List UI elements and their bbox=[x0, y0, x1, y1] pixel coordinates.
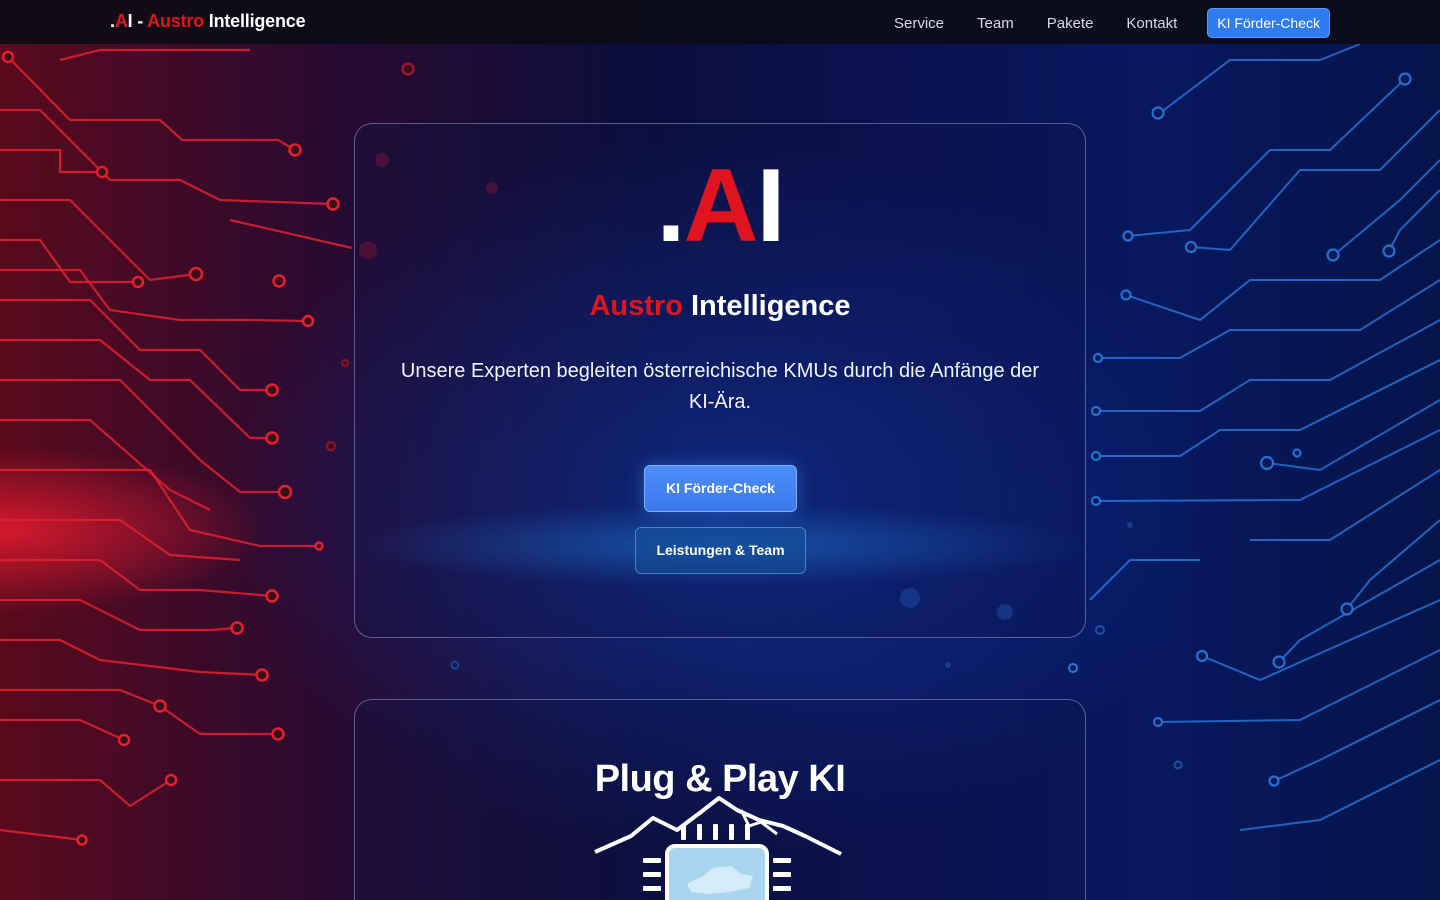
plug-play-card: Plug & Play KI bbox=[354, 699, 1086, 900]
nav-link-kontakt[interactable]: Kontakt bbox=[1126, 15, 1177, 32]
hero-logo: .AI bbox=[355, 154, 1085, 258]
brand-i: I - bbox=[127, 11, 148, 31]
nav-foerder-check-button[interactable]: KI Förder-Check bbox=[1207, 8, 1330, 38]
leistungen-team-button[interactable]: Leistungen & Team bbox=[635, 527, 806, 574]
hero-description: Unsere Experten begleiten österreichisch… bbox=[400, 360, 1040, 413]
hero-title: Austro Intelligence bbox=[355, 290, 1085, 323]
brand-a: A bbox=[114, 11, 128, 31]
top-navbar: .AI - Austro Intelligence Service Team P… bbox=[0, 0, 1440, 44]
plug-play-title: Plug & Play KI bbox=[594, 758, 846, 800]
nav-links: Service Team Pakete Kontakt KI Förder-Ch… bbox=[861, 8, 1330, 38]
hero-title-intelligence: Intelligence bbox=[682, 290, 851, 322]
nav-link-service[interactable]: Service bbox=[894, 15, 944, 32]
mountain-chip-icon bbox=[594, 796, 842, 900]
hero-logo-dot: . bbox=[656, 148, 686, 264]
brand-intelligence: Intelligence bbox=[203, 11, 306, 31]
hero-logo-a: A bbox=[683, 148, 758, 264]
hero-card: .AI Austro Intelligence Unsere Experten … bbox=[354, 123, 1086, 638]
foerder-check-button[interactable]: KI Förder-Check bbox=[644, 465, 797, 512]
brand-austro: Austro bbox=[147, 11, 204, 31]
nav-link-pakete[interactable]: Pakete bbox=[1047, 15, 1094, 32]
hero-logo-i: I bbox=[756, 148, 786, 264]
hero-title-austro: Austro bbox=[589, 290, 683, 322]
nav-link-team[interactable]: Team bbox=[977, 15, 1014, 32]
brand-logo[interactable]: .AI - Austro Intelligence bbox=[110, 11, 306, 32]
page: .AI - Austro Intelligence Service Team P… bbox=[0, 0, 1440, 900]
